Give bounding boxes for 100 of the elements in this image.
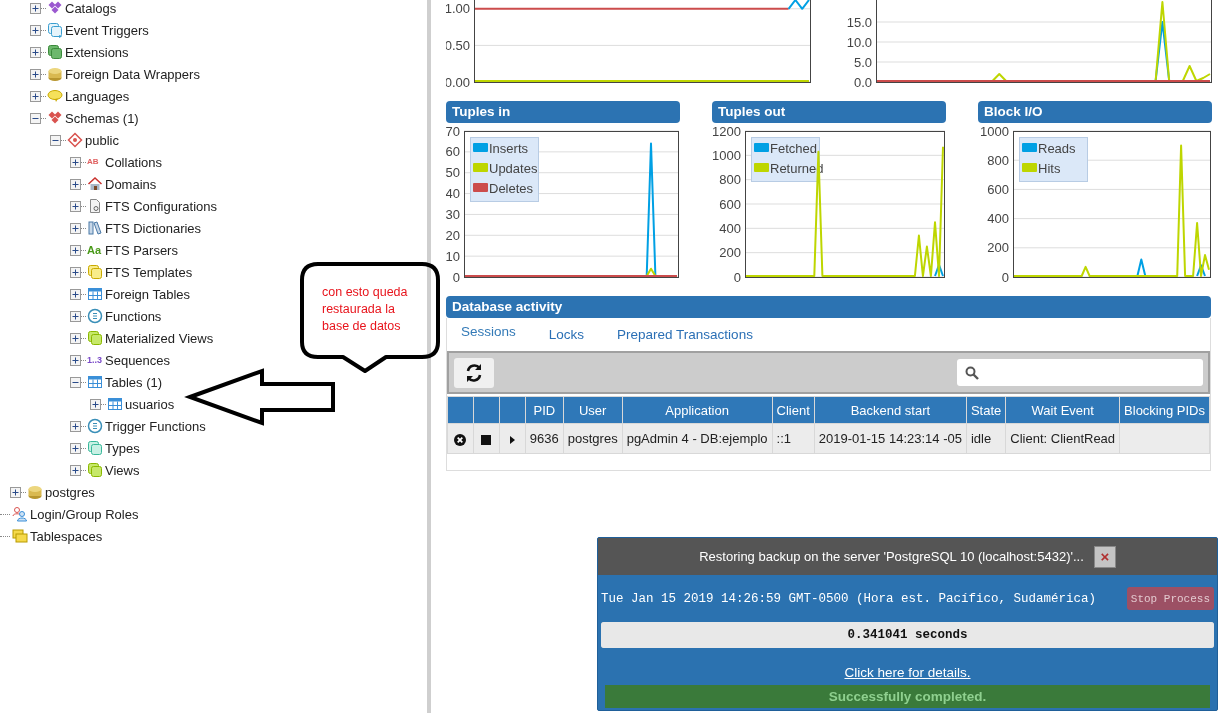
tree-item[interactable]: Trigger Functions [104,417,207,435]
search-icon [965,365,979,380]
column-header[interactable]: Client [772,396,815,424]
tree-item[interactable]: Tablespaces [29,527,104,545]
axis-label: 0 [733,269,741,285]
cancel-icon[interactable] [454,433,467,446]
column-header[interactable]: PID [525,396,564,424]
refresh-icon[interactable] [454,357,494,388]
tree-item[interactable]: Schemas (1) [64,109,140,127]
expand-icon[interactable] [30,24,41,36]
legend-background [1019,137,1088,182]
annotation-text: con esto queda restaurada la base de datos [322,284,409,335]
tree-item[interactable]: FTS Configurations [104,197,218,215]
legend-label: Inserts [489,140,528,156]
axis-label: 10.0 [846,34,872,50]
users-icon [12,506,28,522]
axis-label: 600 [987,181,1009,197]
tree-item[interactable]: Functions [104,307,163,325]
folder-icon [12,528,28,544]
tree-item[interactable]: Sequences [104,351,172,369]
panel-header: Tuples in [446,101,680,123]
tree-item[interactable]: Types [104,439,141,457]
expand-icon[interactable] [30,46,41,58]
function-icon [87,308,103,324]
tree-item[interactable]: FTS Parsers [104,241,179,259]
collapse-icon[interactable] [50,134,61,146]
squares-icon [87,462,103,478]
legend-label: Hits [1038,160,1061,176]
house-icon [87,176,103,192]
expand-icon[interactable] [70,464,81,476]
tree-item[interactable]: Languages [64,87,131,105]
collapse-icon[interactable] [70,376,81,388]
tree-item[interactable]: usuarios [124,395,176,413]
column-header[interactable] [473,396,500,424]
expand-icon[interactable] [70,266,81,278]
close-button[interactable]: × [1093,545,1116,568]
axis-label: 0 [452,269,460,285]
expand-icon[interactable] [90,398,101,410]
tree-item[interactable]: Tables (1) [104,373,164,391]
tree-item[interactable]: Foreign Tables [104,285,192,303]
tree-item[interactable]: Login/Group Roles [29,505,140,523]
squares-icon [87,264,103,280]
column-header[interactable] [447,396,474,424]
expand-icon[interactable] [70,244,81,256]
table-cell: pgAdmin 4 - DB:ejemplo [622,423,773,454]
axis-label: 5.0 [853,54,872,70]
column-header[interactable]: Blocking PIDs [1119,396,1210,424]
sequence-icon: 1..3 [87,355,103,365]
table-icon [87,286,103,302]
tab[interactable]: Prepared Transactions [611,326,762,342]
tree-item[interactable]: public [84,131,120,149]
expand-icon[interactable] [30,68,41,80]
database-icon [47,66,63,82]
legend-label: Updates [489,160,538,176]
tree-item[interactable]: Collations [104,153,164,171]
axis-label: 15.0 [846,14,872,30]
tree-item[interactable]: Foreign Data Wrappers [64,65,201,83]
expand-icon[interactable] [70,354,81,366]
expand-icon[interactable] [70,156,81,168]
expand-icon[interactable] [30,90,41,102]
tree-item[interactable]: Extensions [64,43,130,61]
expand-icon[interactable] [70,420,81,432]
expand-icon[interactable] [70,178,81,190]
tab[interactable]: Locks [542,326,594,342]
column-header[interactable]: Wait Event [1005,396,1120,424]
search-field[interactable] [957,359,1203,386]
caret-icon[interactable] [509,435,515,444]
expand-icon[interactable] [70,442,81,454]
tree-item[interactable]: Event Triggers [64,21,150,39]
axis-label: 200 [719,245,741,261]
speech-bubble-icon [47,88,63,104]
expand-icon[interactable] [70,288,81,300]
books-icon [87,220,103,236]
tab[interactable]: Sessions [455,324,525,340]
tree-item[interactable]: FTS Dictionaries [104,219,203,237]
tree-item[interactable]: postgres [44,483,96,501]
column-header[interactable]: Application [622,396,773,424]
axis-label: 60 [446,144,460,160]
tree-item[interactable]: Domains [104,175,158,193]
expand-icon[interactable] [70,332,81,344]
stop-icon[interactable] [481,434,492,445]
expand-icon[interactable] [70,310,81,322]
tree-item[interactable]: Materialized Views [104,329,215,347]
expand-icon[interactable] [10,486,21,498]
expand-icon[interactable] [70,200,81,212]
tree-item[interactable]: Catalogs [64,0,118,17]
collapse-icon[interactable] [30,112,41,124]
tree-item[interactable]: FTS Templates [104,263,194,281]
column-header[interactable]: User [563,396,623,424]
axis-label: 70 [446,123,460,139]
column-header[interactable]: Backend start [814,396,967,424]
timestamp: Tue Jan 15 2019 14:26:59 GMT-0500 (Hora est. Pacífico, Sudamérica) [601,591,1097,606]
axis-label: 0.00 [446,74,470,90]
details-link[interactable]: Click here for details. [844,665,971,680]
expand-icon[interactable] [70,222,81,234]
squares-icon [87,440,103,456]
column-header[interactable] [499,396,526,424]
column-header[interactable]: State [966,396,1006,424]
expand-icon[interactable] [30,2,41,14]
tree-item[interactable]: Views [104,461,141,479]
